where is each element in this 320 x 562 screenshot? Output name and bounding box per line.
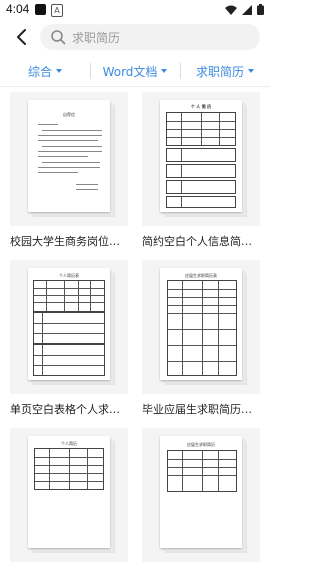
filter-divider <box>0 86 270 87</box>
template-thumbnail: 应届生求职简历 <box>142 428 260 562</box>
app-notification-icon: A <box>51 4 63 17</box>
wifi-icon <box>225 5 237 15</box>
document-preview: 自荐信 <box>28 100 110 212</box>
template-thumbnail: 自荐信 <box>10 92 128 226</box>
document-preview: 个 人 简 历 <box>160 100 242 212</box>
template-thumbnail: 应届生求职简历表 <box>142 260 260 394</box>
document-heading: 个人简历表 <box>59 273 79 278</box>
template-title: 简约空白个人信息简历表格... <box>142 235 260 248</box>
document-preview: 应届生求职简历 <box>160 436 242 548</box>
document-heading: 应届生求职简历表 <box>185 273 217 278</box>
document-preview: 个人简历 <box>28 436 110 548</box>
status-bar: 4:04 A <box>0 0 270 20</box>
filter-category[interactable]: 求职简历 <box>180 58 270 84</box>
filter-sort-label: 综合 <box>27 64 52 79</box>
search-placeholder: 求职简历 <box>72 30 121 45</box>
template-thumbnail: 个人简历 <box>10 428 128 562</box>
caret-down-icon <box>56 69 62 73</box>
document-heading: 自荐信 <box>63 112 75 117</box>
filter-bar: 综合 Word文档 求职简历 <box>0 58 270 84</box>
filter-format-label: Word文档 <box>102 64 158 79</box>
document-preview: 个人简历表 <box>28 268 110 380</box>
signal-icon <box>242 4 252 15</box>
search-input[interactable]: 求职简历 <box>40 24 260 50</box>
top-bar: 求职简历 <box>0 20 270 54</box>
battery-icon <box>257 4 264 15</box>
status-time: 4:04 <box>6 2 30 16</box>
notification-icon <box>35 4 46 15</box>
caret-down-icon <box>161 69 168 73</box>
template-thumbnail: 个 人 简 历 <box>142 92 260 226</box>
filter-category-label: 求职简历 <box>195 64 244 79</box>
filter-sort[interactable]: 综合 <box>0 58 90 84</box>
document-heading: 个人简历 <box>61 441 77 446</box>
template-title: 校园大学生商务岗位自荐信... <box>10 235 128 248</box>
document-preview: 应届生求职简历表 <box>160 268 242 380</box>
search-icon <box>50 29 66 45</box>
back-arrow-icon <box>17 29 26 45</box>
document-heading: 个 人 简 历 <box>190 104 212 109</box>
template-title: 毕业应届生求职简历空白表... <box>142 403 260 416</box>
template-title: 单页空白表格个人求职简历... <box>10 403 128 416</box>
template-thumbnail: 个人简历表 <box>10 260 128 394</box>
caret-down-icon <box>248 69 254 73</box>
document-heading: 应届生求职简历 <box>187 442 215 447</box>
filter-format[interactable]: Word文档 <box>90 58 180 84</box>
back-button[interactable] <box>10 26 32 48</box>
